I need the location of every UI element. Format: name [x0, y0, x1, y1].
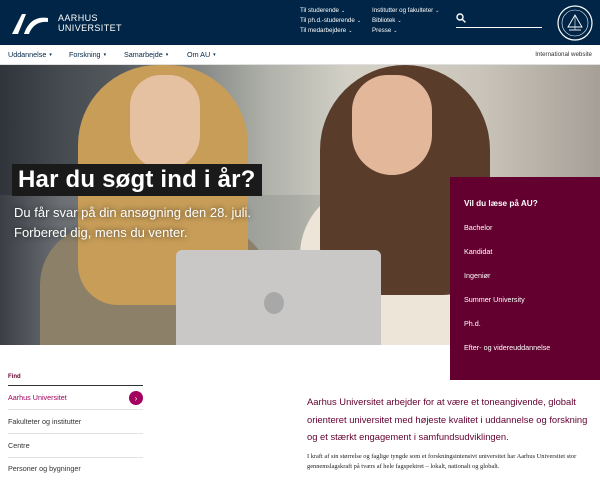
study-link-bachelor[interactable]: Bachelor [464, 223, 492, 232]
hero-photo-laptop [176, 250, 381, 345]
chevron-down-icon: ▾ [213, 51, 216, 58]
search-icon[interactable] [456, 13, 466, 23]
quicklink-bibliotek[interactable]: Bibliotek ⌄ [372, 16, 439, 26]
chevron-down-icon: ⌄ [356, 18, 362, 24]
study-panel-title: Vil du læse på AU? [464, 199, 538, 208]
logo-line2: UNIVERSITET [58, 23, 122, 33]
study-link-phd[interactable]: Ph.d. [464, 319, 481, 328]
study-link-ingenior[interactable]: Ingeniør [464, 271, 490, 280]
logo-line1: AARHUS [58, 13, 98, 23]
hero-subline-2: Forbered dig, mens du venter. [14, 225, 188, 240]
nav-forskning[interactable]: Forskning ▾ [69, 50, 106, 59]
quicklink-institutter[interactable]: Institutter og fakulteter ⌄ [372, 6, 439, 16]
quicklinks-col1: Til studerende ⌄ Til ph.d.-studerende ⌄ Ti… [300, 6, 361, 36]
study-link-kandidat[interactable]: Kandidat [464, 247, 492, 256]
chevron-down-icon: ▾ [165, 51, 169, 58]
top-header: AARHUS UNIVERSITET Til studerende ⌄ Til p… [0, 0, 600, 45]
logo-text: AARHUS UNIVERSITET [58, 13, 122, 33]
international-website-link[interactable]: International website [535, 51, 592, 58]
quicklinks-col2: Institutter og fakulteter ⌄ Bibliotek ⌄ Pr… [372, 6, 439, 36]
apple-logo-icon [264, 292, 284, 314]
find-item-personer-bygninger[interactable]: Personer og bygninger [8, 457, 143, 480]
chevron-down-icon: ▾ [49, 51, 52, 58]
chevron-down-icon: ⌄ [340, 8, 346, 14]
hero-photo-face-right [352, 75, 432, 175]
hero-subline: Du får svar på din ansøgning den 28. jul… [14, 203, 284, 243]
hero-photo-face-left [130, 75, 200, 170]
study-panel: Vil du læse på AU? Bachelor Kandidat Ing… [450, 177, 600, 380]
intro-lead-text: Aarhus Universitet arbejder for at være … [307, 396, 588, 443]
find-label: Find [8, 374, 21, 380]
intro-body-text: I kraft af sin størrelse og faglige tyng… [307, 453, 577, 470]
chevron-down-icon: ⌄ [393, 28, 398, 34]
find-item-centre[interactable]: Centre [8, 434, 143, 458]
university-seal-icon [557, 5, 593, 41]
nav-om-au[interactable]: Om AU ▾ [187, 50, 216, 59]
search-field[interactable] [456, 12, 542, 28]
quicklink-til-medarbejdere[interactable]: Til medarbejdere ⌄ [300, 26, 361, 36]
hero-headline: Har du søgt ind i år? [12, 164, 262, 196]
quicklink-til-phd[interactable]: Til ph.d.-studerende ⌄ [300, 16, 361, 26]
chevron-down-icon: ▾ [103, 51, 107, 58]
main-nav: Uddannelse ▾ Forskning ▾ Samarbejde ▾ Om AU… [0, 45, 600, 65]
au-logo[interactable]: AARHUS UNIVERSITET [10, 9, 130, 37]
study-link-summer-university[interactable]: Summer University [464, 295, 525, 304]
nav-uddannelse[interactable]: Uddannelse ▾ [8, 50, 52, 59]
chevron-right-icon[interactable]: › [129, 391, 143, 405]
study-link-efter-videreuddannelse[interactable]: Efter- og videreuddannelse [464, 343, 550, 352]
quicklink-til-studerende[interactable]: Til studerende ⌄ [300, 6, 361, 16]
au-logo-icon [12, 14, 48, 34]
quicklink-presse[interactable]: Presse ⌄ [372, 26, 439, 36]
chevron-down-icon: ⌄ [435, 8, 440, 14]
find-item-fakulteter[interactable]: Fakulteter og institutter [8, 410, 143, 434]
chevron-down-icon: ⌄ [348, 28, 353, 34]
nav-samarbejde[interactable]: Samarbejde ▾ [124, 50, 168, 59]
find-item-aarhus-universitet[interactable]: Aarhus Universitet › [8, 386, 143, 410]
hero-subline-1: Du får svar på din ansøgning den 28. jul… [14, 205, 252, 220]
chevron-down-icon: ⌄ [397, 18, 402, 24]
